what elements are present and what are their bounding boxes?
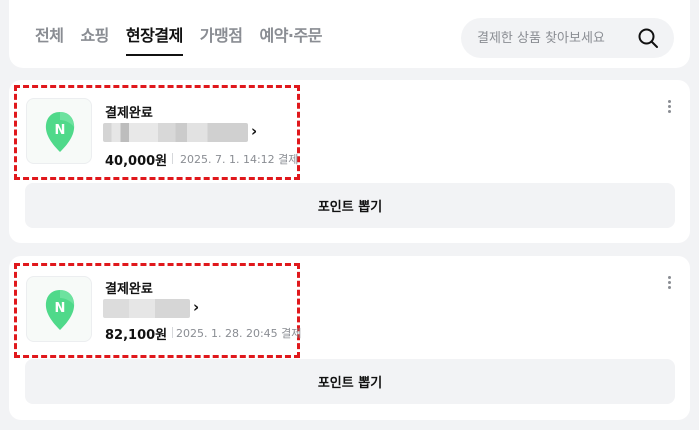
tab-shopping[interactable]: 쇼핑: [80, 24, 109, 56]
header: 전체 쇼핑 현장결제 가맹점 예약·주문: [9, 0, 690, 68]
payment-amount: 40,000원: [105, 154, 168, 169]
divider: [172, 327, 173, 338]
tab-merchants[interactable]: 가맹점: [200, 24, 243, 56]
chevron-right-icon[interactable]: ›: [193, 298, 199, 316]
search-box: [461, 18, 674, 58]
blurred-merchant-name[interactable]: [103, 123, 248, 142]
payment-amount: 82,100원: [105, 328, 168, 343]
payment-status: 결제완료: [105, 106, 153, 121]
divider: [172, 153, 173, 164]
chevron-right-icon[interactable]: ›: [251, 122, 257, 140]
merchant-thumbnail[interactable]: N: [26, 98, 92, 164]
payment-status: 결제완료: [105, 282, 153, 297]
more-options-icon[interactable]: [666, 276, 672, 292]
payment-date: 2025. 1. 28. 20:45 결제: [176, 327, 302, 340]
naver-logo-icon: N: [45, 290, 75, 330]
blurred-merchant-name[interactable]: [103, 299, 190, 318]
tab-reservation-order[interactable]: 예약·주문: [259, 24, 322, 56]
payment-date: 2025. 7. 1. 14:12 결제: [180, 153, 299, 166]
tab-onsite-payment[interactable]: 현장결제: [125, 24, 183, 56]
tab-bar: 전체 쇼핑 현장결제 가맹점 예약·주문: [35, 24, 339, 56]
svg-text:N: N: [55, 123, 66, 138]
svg-text:N: N: [55, 301, 66, 316]
search-input[interactable]: [477, 28, 627, 48]
merchant-thumbnail[interactable]: N: [26, 276, 92, 342]
order-card: N 결제완료 › 82,100원 2025. 1. 28. 20:45 결제 포…: [9, 256, 690, 420]
tab-all[interactable]: 전체: [35, 24, 64, 56]
point-draw-button[interactable]: 포인트 뽑기: [25, 359, 675, 404]
order-card: N 결제완료 › 40,000원 2025. 7. 1. 14:12 결제 포인…: [9, 80, 690, 243]
point-draw-button[interactable]: 포인트 뽑기: [25, 183, 675, 228]
more-options-icon[interactable]: [666, 100, 672, 116]
search-icon[interactable]: [637, 27, 659, 49]
naver-logo-icon: N: [45, 112, 75, 152]
